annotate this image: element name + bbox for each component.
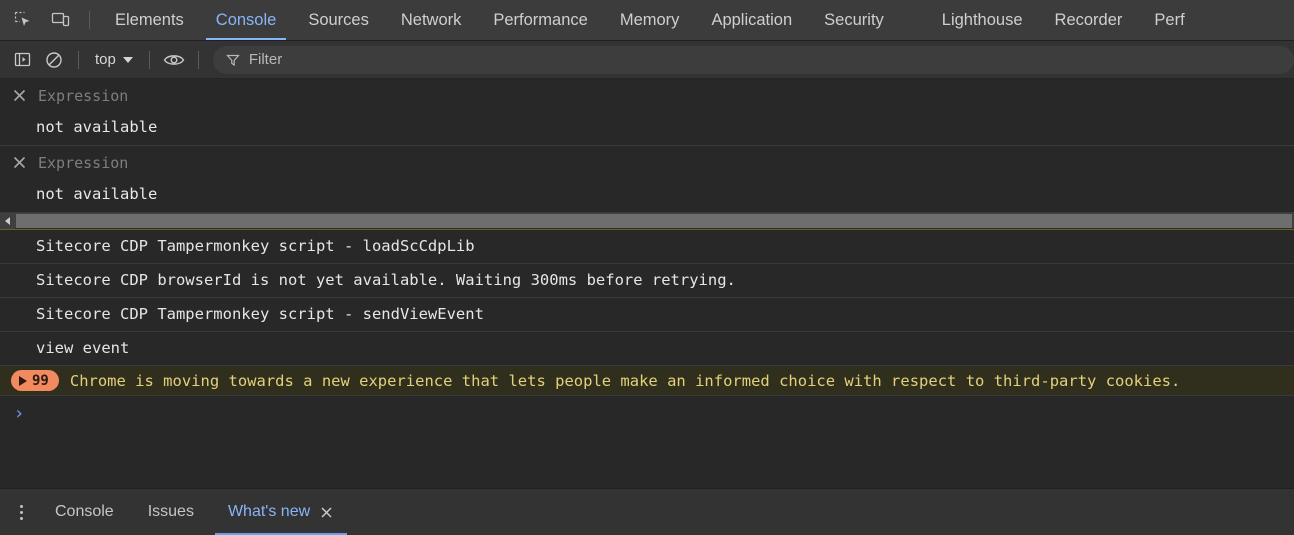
close-icon[interactable] [319,505,334,520]
drawer-tab-whats-new[interactable]: What's new [211,489,351,535]
tab-label: Application [711,10,793,29]
live-expression-header: Expression [0,146,1294,178]
console-log-message[interactable]: view event [0,332,1294,366]
devtools-tab-bar: Elements Console Sources Network Perform… [0,0,1294,41]
tab-performance[interactable]: Performance [477,0,603,40]
more-options-kebab-icon[interactable] [4,489,38,535]
drawer-tab-bar: Console Issues What's new [0,488,1294,535]
tab-label: Network [400,10,462,29]
tab-console[interactable]: Console [200,0,293,40]
tab-label: Perf [1154,10,1185,29]
tab-network[interactable]: Network [385,0,478,40]
inspect-element-icon[interactable] [4,0,42,40]
console-prompt[interactable]: › [0,396,1294,488]
filter-funnel-icon [226,53,240,67]
execution-context-selector[interactable]: top [87,47,141,73]
drawer-tab-issues[interactable]: Issues [131,489,211,535]
toolbar-divider [148,50,150,69]
live-expression-header: Expression [0,79,1294,111]
tab-label: Console [215,10,277,29]
expand-triangle-icon [19,375,27,386]
console-message-list: Expression not available Expression not … [0,79,1294,488]
filter-input-wrapper[interactable]: Filter [212,45,1294,74]
tabbar-divider [89,11,90,29]
live-expression-value: not available [36,185,158,203]
tab-elements[interactable]: Elements [99,0,200,40]
tab-label: Elements [115,10,184,29]
tab-security[interactable]: Security [808,0,900,40]
scroll-left-arrow-icon[interactable] [0,212,15,229]
warning-count-badge[interactable]: 99 [11,370,59,391]
live-expression-name: Expression [38,154,129,172]
close-icon[interactable] [0,87,38,103]
drawer-tab-label: What's new [227,503,311,520]
warning-message-text: Chrome is moving towards a new experienc… [69,371,1181,390]
tab-label: Memory [619,10,680,29]
filter-input[interactable]: Filter [249,51,282,68]
execution-context-value: top [95,51,116,68]
console-toolbar: top Filter [0,41,1294,79]
close-icon[interactable] [0,154,38,170]
tab-recorder[interactable]: Recorder [1039,0,1139,40]
console-log-message[interactable]: Sitecore CDP Tampermonkey script - loadS… [0,230,1294,264]
device-toolbar-icon[interactable] [42,0,80,40]
tab-application[interactable]: Application [695,0,808,40]
chevron-down-icon [122,56,133,63]
horizontal-scrollbar[interactable] [0,212,1294,229]
tab-label: Lighthouse [941,10,1023,29]
live-expression-row[interactable]: Expression not available [0,146,1294,213]
console-log-message[interactable]: Sitecore CDP browserId is not yet availa… [0,264,1294,298]
clear-console-icon[interactable] [38,45,70,75]
live-expression-name: Expression [38,87,129,105]
scrollbar-thumb[interactable] [16,213,1292,228]
drawer-tab-label: Issues [147,503,194,520]
live-expression-eye-icon[interactable] [158,45,190,75]
tab-label: Recorder [1054,10,1123,29]
prompt-chevron-icon: › [13,403,25,424]
tab-performance-insights[interactable]: Perf [1138,0,1200,40]
drawer-tab-console[interactable]: Console [38,489,131,535]
tab-memory[interactable]: Memory [604,0,696,40]
toolbar-divider [78,50,79,69]
console-warning-group[interactable]: 99 Chrome is moving towards a new experi… [0,366,1294,396]
tab-label: Performance [493,10,588,29]
console-sidebar-icon[interactable] [6,45,38,75]
drawer-tab-label: Console [55,503,114,520]
tabbar-spacer [900,0,926,40]
live-expression-value: not available [36,118,158,136]
tab-sources[interactable]: Sources [292,0,385,40]
tab-label: Sources [308,10,369,29]
live-expression-row[interactable]: Expression not available [0,79,1294,146]
console-log-message[interactable]: Sitecore CDP Tampermonkey script - sendV… [0,298,1294,332]
warning-count: 99 [32,372,49,389]
toolbar-divider [197,50,199,69]
tab-lighthouse[interactable]: Lighthouse [926,0,1039,40]
tab-label: Security [824,10,884,29]
